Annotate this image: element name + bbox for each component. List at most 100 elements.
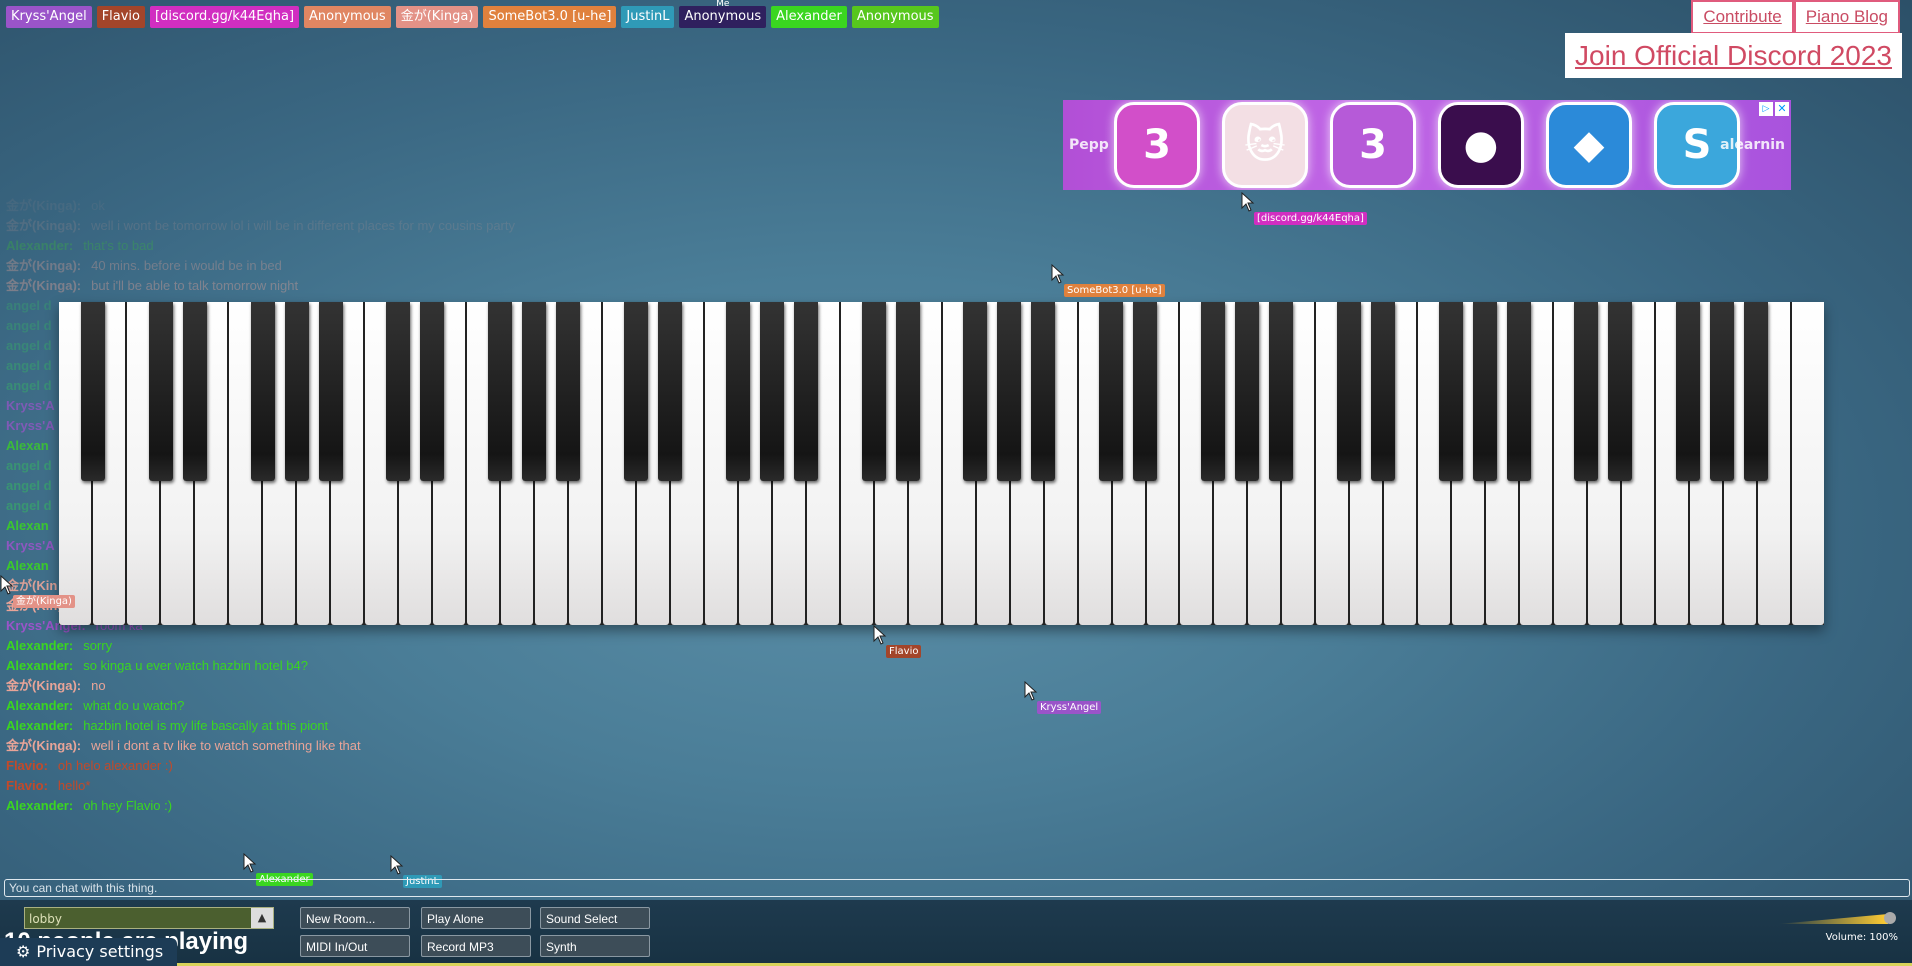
black-key[interactable] <box>182 302 207 481</box>
black-key[interactable] <box>80 302 105 481</box>
black-key[interactable] <box>556 302 581 481</box>
synth-button[interactable]: Synth <box>540 935 650 957</box>
chevron-up-icon[interactable]: ▲ <box>251 908 273 928</box>
black-key[interactable] <box>1472 302 1497 481</box>
black-key[interactable] <box>1710 302 1735 481</box>
black-key[interactable] <box>250 302 275 481</box>
user-tag[interactable]: Kryss'Angel <box>6 6 92 28</box>
black-key[interactable] <box>1336 302 1361 481</box>
chat-nick: Alexander: <box>6 658 74 673</box>
black-key[interactable] <box>1234 302 1259 481</box>
black-key[interactable] <box>1676 302 1701 481</box>
sound-select-button[interactable]: Sound Select <box>540 907 650 929</box>
black-key[interactable] <box>1031 302 1056 481</box>
chat-text: what do u watch? <box>83 698 185 713</box>
chat-message: 金が(Kinga): well i dont a tv like to watch… <box>6 736 706 756</box>
cursor-arrow-icon <box>1051 263 1065 284</box>
geometry-icon[interactable]: ◆ <box>1546 102 1632 188</box>
black-key[interactable] <box>624 302 649 481</box>
volume-slider[interactable] <box>1778 914 1888 924</box>
user-tag[interactable]: Anonymous Me <box>679 0 767 28</box>
ad-close-icon[interactable]: ✕ <box>1775 102 1789 116</box>
chat-text: but i'll be able to talk tomorrow night <box>91 278 299 293</box>
cursor-arrow-icon <box>390 854 404 875</box>
chat-text: ok <box>91 198 105 213</box>
black-key[interactable] <box>1370 302 1395 481</box>
ad-banner[interactable]: Pepp alearnin 3 🐱 3 ● ◆ S ▷ ✕ <box>1063 100 1791 190</box>
black-key[interactable] <box>1268 302 1293 481</box>
black-key[interactable] <box>1133 302 1158 481</box>
chat-nick: Alexander: <box>6 698 74 713</box>
black-key[interactable] <box>1608 302 1633 481</box>
cat-icon[interactable]: 🐱 <box>1222 102 1308 188</box>
chat-nick: angel d <box>6 298 52 313</box>
volume-knob[interactable] <box>1884 912 1896 924</box>
user-tag[interactable]: Anonymous <box>304 6 391 28</box>
user-cursor: 金が(Kinga) <box>0 574 75 608</box>
record-mp3-button[interactable]: Record MP3 <box>421 935 531 957</box>
cursor-arrow-icon <box>1024 680 1038 701</box>
black-key[interactable] <box>1438 302 1463 481</box>
chat-nick: angel d <box>6 498 52 513</box>
play-alone-button[interactable]: Play Alone <box>421 907 531 929</box>
midi-in-out-button[interactable]: MIDI In/Out <box>300 935 410 957</box>
black-key[interactable] <box>725 302 750 481</box>
tiles-3-icon[interactable]: 3 <box>1330 102 1416 188</box>
orb-icon[interactable]: ● <box>1438 102 1524 188</box>
chat-nick: angel d <box>6 378 52 393</box>
cursor-arrow-icon <box>0 574 14 595</box>
privacy-settings-button[interactable]: ⚙ Privacy settings <box>0 938 178 966</box>
black-key[interactable] <box>997 302 1022 481</box>
black-key[interactable] <box>148 302 173 481</box>
black-key[interactable] <box>1506 302 1531 481</box>
user-tag[interactable]: Anonymous <box>851 6 939 28</box>
cursor-label: Kryss'Angel <box>1037 701 1102 714</box>
chat-nick: 金が(Kinga): <box>6 258 82 273</box>
piano-keyboard[interactable] <box>59 302 1825 625</box>
cursor-label: SomeBot3.0 [u-he] <box>1064 284 1165 297</box>
chat-text: oh helo alexander :) <box>57 758 173 773</box>
chat-nick: 金が(Kinga): <box>6 678 82 693</box>
black-key[interactable] <box>522 302 547 481</box>
piano-blog-link[interactable]: Piano Blog <box>1793 0 1900 34</box>
black-key[interactable] <box>420 302 445 481</box>
user-tag[interactable]: Flavio <box>96 6 146 28</box>
user-cursor: JustinL <box>390 854 443 888</box>
join-discord-link[interactable]: Join Official Discord 2023 <box>1565 33 1902 78</box>
user-name: 金が(Kinga) <box>400 9 474 24</box>
black-key[interactable] <box>318 302 343 481</box>
tiles-3-icon[interactable]: 3 <box>1114 102 1200 188</box>
white-key[interactable] <box>1792 302 1825 625</box>
privacy-settings-label: Privacy settings <box>36 942 164 961</box>
room-select[interactable]: lobby ▲ <box>24 907 274 929</box>
chat-nick: Flavio: <box>6 778 48 793</box>
user-tag[interactable]: SomeBot3.0 [u-he] <box>483 6 617 28</box>
black-key[interactable] <box>1201 302 1226 481</box>
black-key[interactable] <box>861 302 886 481</box>
black-key[interactable] <box>895 302 920 481</box>
user-tag[interactable]: 金が(Kinga) <box>395 6 479 28</box>
black-key[interactable] <box>1574 302 1599 481</box>
volume-control[interactable]: Volume: 100% <box>1778 910 1898 950</box>
black-key[interactable] <box>386 302 411 481</box>
user-tag[interactable]: JustinL <box>621 6 675 28</box>
chat-message: 金が(Kinga): well i wont be tomorrow lol i … <box>6 216 706 236</box>
chat-nick: angel d <box>6 358 52 373</box>
black-key[interactable] <box>284 302 309 481</box>
black-key[interactable] <box>1099 302 1124 481</box>
chat-message: Alexander: that's to bad <box>6 236 706 256</box>
contribute-link[interactable]: Contribute <box>1691 0 1794 34</box>
black-key[interactable] <box>1744 302 1769 481</box>
ad-choices-icon[interactable]: ▷ <box>1759 102 1773 116</box>
user-cursor: Alexander <box>243 852 313 886</box>
black-key[interactable] <box>657 302 682 481</box>
user-tag[interactable]: Alexander <box>771 6 847 28</box>
black-key[interactable] <box>488 302 513 481</box>
black-key[interactable] <box>793 302 818 481</box>
chat-nick: Flavio: <box>6 758 48 773</box>
user-tag[interactable]: [discord.gg/k44Eqha] <box>150 6 300 28</box>
new-room-button[interactable]: New Room... <box>300 907 410 929</box>
chat-input[interactable] <box>4 879 1910 897</box>
black-key[interactable] <box>759 302 784 481</box>
black-key[interactable] <box>963 302 988 481</box>
